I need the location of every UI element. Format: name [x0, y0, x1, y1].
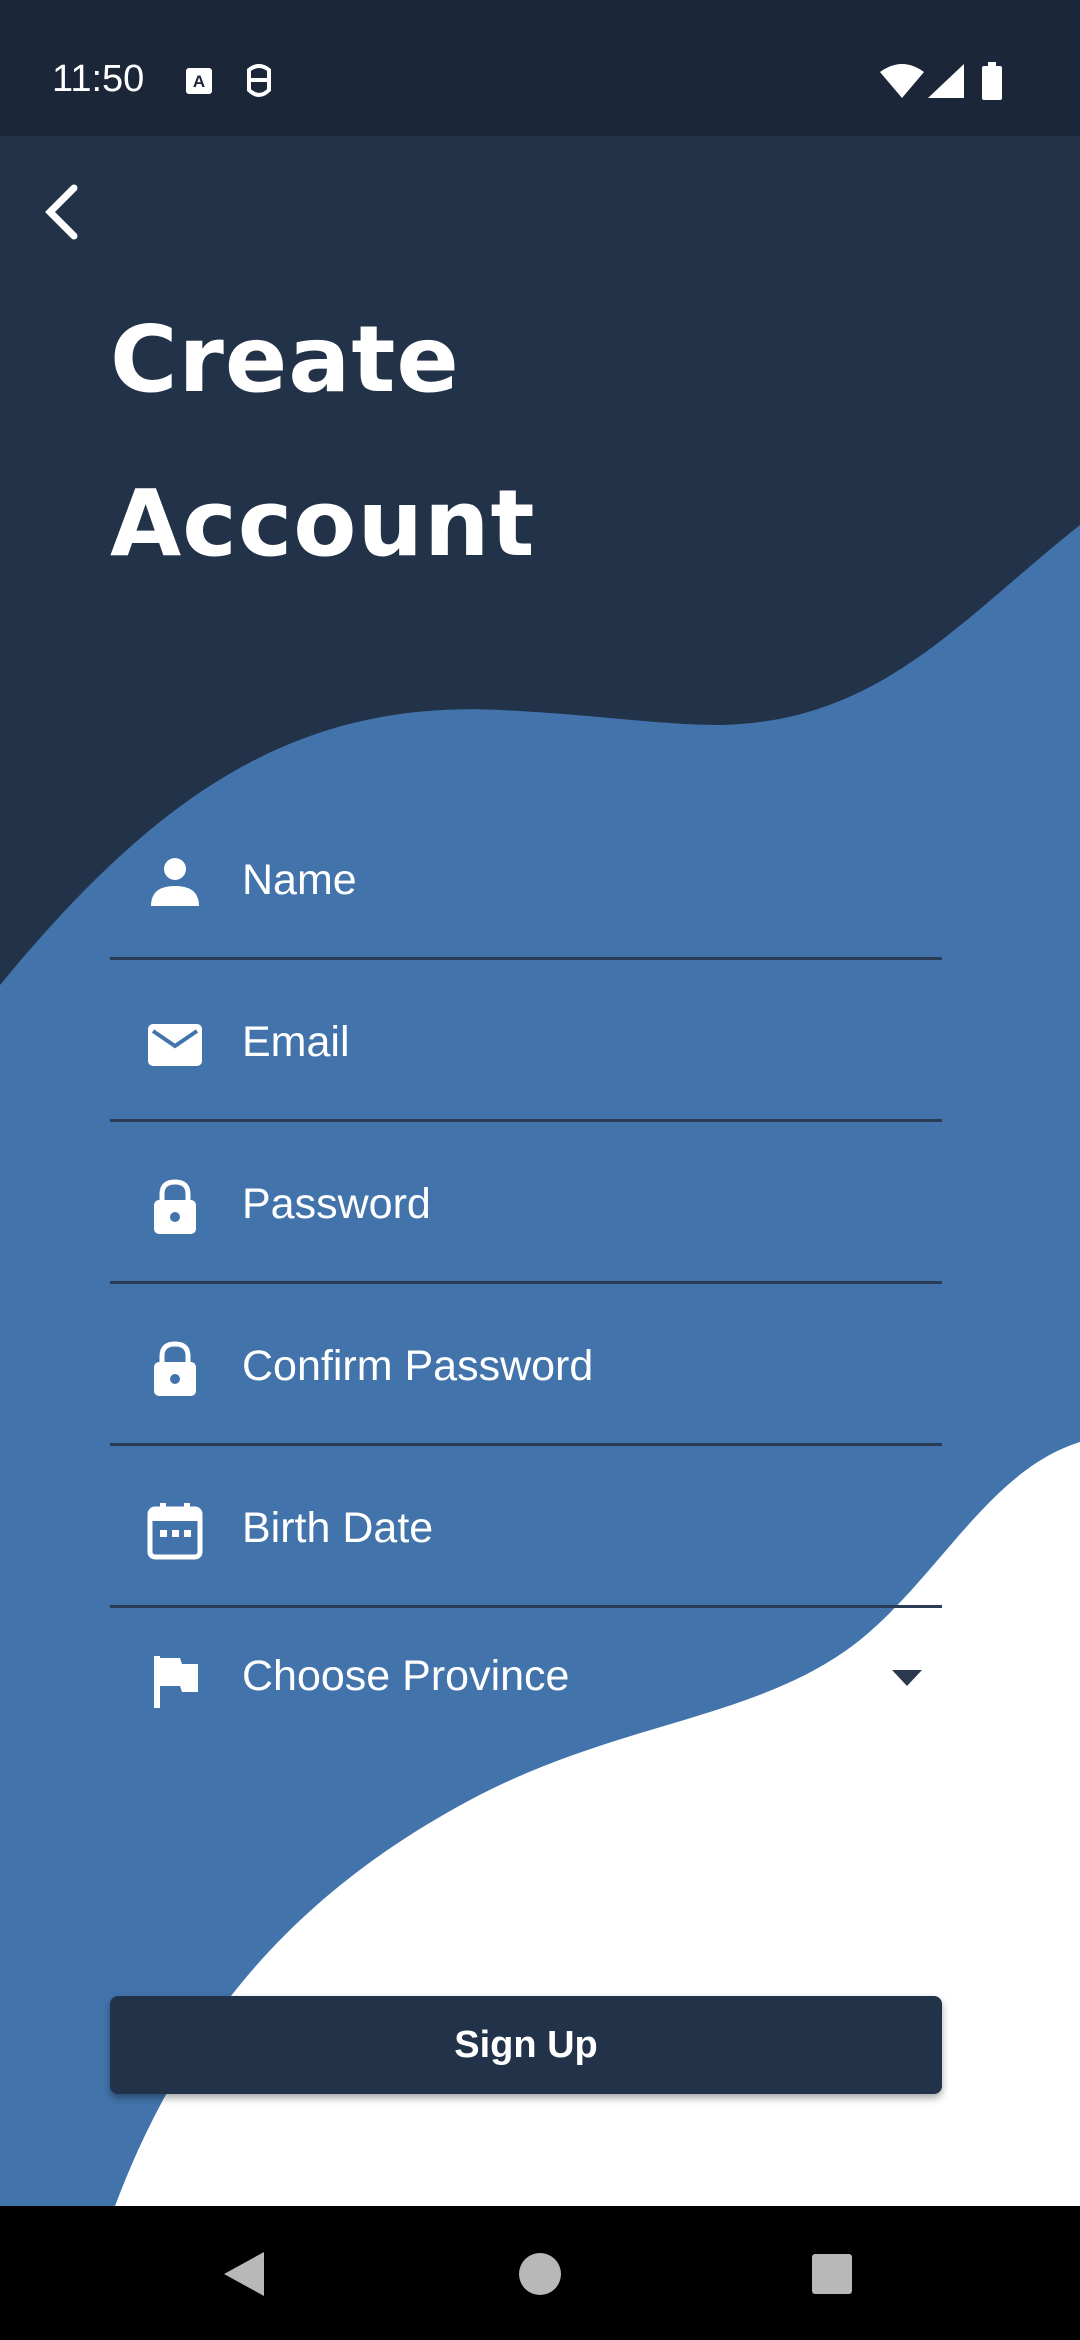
flag-icon	[154, 1656, 198, 1708]
sign-up-button[interactable]: Sign Up	[110, 1996, 942, 2094]
back-triangle-icon[interactable]	[214, 2244, 274, 2304]
status-time: 11:50	[52, 58, 145, 100]
lock-icon	[154, 1179, 196, 1234]
signal-icon	[928, 64, 964, 98]
province-selected: Choose Province	[242, 1652, 570, 1700]
navigation-bar	[0, 2206, 1080, 2340]
recents-square-icon[interactable]	[802, 2244, 862, 2304]
birth-date-field[interactable]: Birth Date	[110, 1446, 942, 1608]
mail-icon	[148, 1024, 202, 1066]
lock-icon	[154, 1341, 196, 1396]
page-title-line-2: Account	[110, 470, 536, 577]
name-placeholder: Name	[242, 856, 357, 904]
status-bar: 11:50 A	[0, 0, 1080, 136]
password-placeholder: Password	[242, 1180, 431, 1228]
page-title-line-1: Create	[110, 306, 460, 413]
name-field[interactable]: Name	[110, 798, 942, 960]
person-icon	[151, 858, 199, 906]
robot-icon	[247, 64, 271, 97]
back-button[interactable]	[30, 176, 94, 248]
battery-icon	[982, 62, 1002, 100]
screen: 11:50 A Create Account Name Email Passwo…	[0, 0, 1080, 2340]
calendar-icon	[147, 1503, 203, 1560]
password-field[interactable]: Password	[110, 1122, 942, 1284]
caret-down-icon	[892, 1670, 922, 1686]
email-placeholder: Email	[242, 1018, 350, 1066]
birth-date-placeholder: Birth Date	[242, 1504, 434, 1552]
a-keyboard-icon: A	[186, 68, 212, 94]
confirm-password-placeholder: Confirm Password	[242, 1342, 594, 1390]
email-field[interactable]: Email	[110, 960, 942, 1122]
confirm-password-field[interactable]: Confirm Password	[110, 1284, 942, 1446]
wifi-icon	[880, 64, 924, 98]
home-circle-icon[interactable]	[510, 2244, 570, 2304]
province-dropdown[interactable]: Choose Province	[110, 1608, 942, 1770]
svg-text:A: A	[193, 72, 205, 91]
chevron-left-icon	[45, 184, 78, 240]
